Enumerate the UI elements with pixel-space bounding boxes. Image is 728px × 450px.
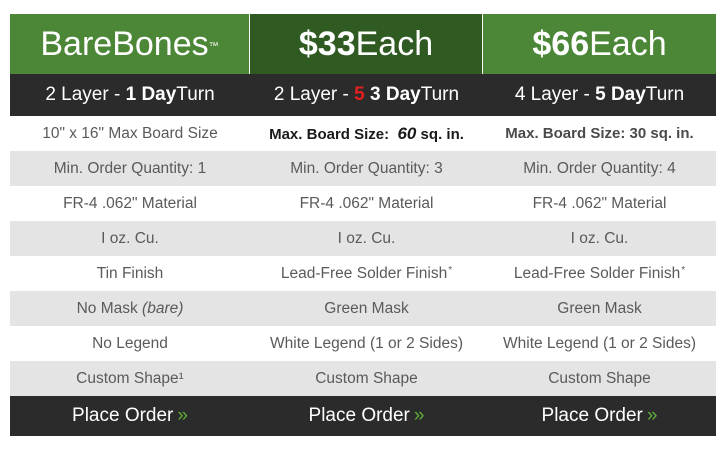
order-row: Place Order» Place Order» Place Order» — [10, 396, 716, 436]
feature-cell: Lead-Free Solder Finish * — [483, 256, 716, 291]
feature-row-min-order: Min. Order Quantity: 1 Min. Order Quanti… — [10, 151, 716, 186]
feature-cell: No Legend — [92, 334, 168, 352]
finish-text: Lead-Free Solder Finish — [280, 264, 448, 282]
plan-header-barebones: BareBones ™ — [10, 14, 250, 74]
plan-price-unit: Each — [355, 24, 434, 63]
double-chevron-right-icon: » — [413, 405, 425, 426]
layer-count: 4 Layer - — [514, 84, 590, 105]
feature-cell: Max. Board Size: 30 sq. in. — [483, 116, 716, 151]
feature-cell: FR-4 .062" Material — [63, 194, 197, 212]
mask-note: (bare) — [142, 299, 184, 317]
layer-count: 2 Layer - — [45, 84, 121, 105]
feature-cell: Green Mask — [324, 299, 409, 317]
feature-cell: I oz. Cu. — [101, 229, 159, 247]
plan-header-66: $66 Each — [483, 14, 716, 74]
pricing-header-row: BareBones ™ $33 Each $66 Each — [10, 14, 716, 74]
feature-cell: FR-4 .062" Material — [532, 194, 667, 212]
pricing-table: BareBones ™ $33 Each $66 Each 2 Layer - 1 D… — [10, 14, 716, 436]
feature-row-material: FR-4 .062" Material FR-4 .062" Material … — [10, 186, 716, 221]
board-size-text: Max. Board Size: — [269, 125, 394, 143]
turn-word: Turn — [176, 84, 215, 105]
feature-cell: Custom Shape — [315, 369, 418, 387]
place-order-button[interactable]: Place Order» — [483, 396, 716, 436]
place-order-label: Place Order — [541, 405, 643, 426]
turn-word: Turn — [645, 84, 685, 105]
turn-days: 3 Day — [370, 84, 421, 105]
trademark-mark: ™ — [208, 40, 219, 52]
footnote-mark: * — [681, 265, 686, 276]
feature-cell: I oz. Cu. — [570, 229, 629, 247]
board-size-label: Max. Board Size: 30 sq. in. — [505, 125, 694, 142]
feature-cell: Green Mask — [557, 299, 642, 317]
turn-days: 1 Day — [125, 84, 177, 105]
board-size-value: 60 — [397, 123, 417, 143]
layer-count: 2 Layer - — [273, 84, 349, 105]
finish-text: Lead-Free Solder Finish — [513, 264, 681, 282]
place-order-label: Place Order — [308, 405, 410, 426]
feature-cell: Custom Shape — [548, 369, 651, 387]
feature-cell: Min. Order Quantity: 1 — [53, 159, 207, 177]
plan-price: $33 — [298, 24, 356, 63]
feature-cell: White Legend (1 or 2 Sides) — [270, 334, 463, 352]
feature-cell: Max. Board Size: 60 sq. in. — [250, 116, 483, 151]
plan-price-unit: Each — [589, 24, 667, 63]
turn-word: Turn — [420, 84, 460, 105]
feature-cell: FR-4 .062" Material — [299, 194, 434, 212]
plan-header-33: $33 Each — [250, 14, 483, 74]
feature-row-copper: I oz. Cu. I oz. Cu. I oz. Cu. — [10, 221, 716, 256]
double-chevron-right-icon: » — [177, 405, 188, 426]
feature-cell: Min. Order Quantity: 4 — [523, 159, 676, 177]
board-size-unit: sq. in. — [416, 125, 464, 143]
feature-cell: Tin Finish — [96, 264, 164, 282]
feature-cell: White Legend (1 or 2 Sides) — [503, 334, 696, 352]
turnaround-cell: 2 Layer - 5 3 Day Turn — [250, 74, 483, 116]
board-size-label: Max. Board Size: 60 sq. in. — [269, 124, 464, 144]
feature-row-finish: Tin Finish Lead-Free Solder Finish * Lead… — [10, 256, 716, 291]
plan-name: BareBones — [40, 24, 209, 63]
turnaround-cell: 4 Layer - 5 Day Turn — [483, 74, 716, 116]
feature-row-board-size: 10" x 16" Max Board Size Max. Board Size… — [10, 116, 716, 151]
feature-cell: I oz. Cu. — [337, 229, 396, 247]
turnaround-cell: 2 Layer - 1 Day Turn — [10, 74, 250, 116]
footnote-mark: * — [448, 265, 453, 276]
mask-text: No Mask — [76, 299, 138, 317]
old-turn-days: 5 — [354, 84, 365, 105]
feature-cell: Custom Shape¹ — [76, 369, 184, 387]
double-chevron-right-icon: » — [646, 405, 658, 426]
feature-cell: 10" x 16" Max Board Size — [42, 124, 218, 142]
feature-row-mask: No Mask (bare) Green Mask Green Mask — [10, 291, 716, 326]
plan-price: $66 — [532, 24, 590, 63]
feature-cell: No Mask (bare) — [10, 291, 250, 326]
feature-row-legend: No Legend White Legend (1 or 2 Sides) Wh… — [10, 326, 716, 361]
place-order-button[interactable]: Place Order» — [10, 396, 250, 436]
turnaround-row: 2 Layer - 1 Day Turn 2 Layer - 5 3 Day T… — [10, 74, 716, 116]
place-order-button[interactable]: Place Order» — [250, 396, 483, 436]
place-order-label: Place Order — [72, 405, 174, 426]
feature-cell: Lead-Free Solder Finish * — [250, 256, 483, 291]
feature-cell: Min. Order Quantity: 3 — [290, 159, 443, 177]
feature-row-shape: Custom Shape¹ Custom Shape Custom Shape — [10, 361, 716, 396]
turn-days: 5 Day — [595, 84, 646, 105]
